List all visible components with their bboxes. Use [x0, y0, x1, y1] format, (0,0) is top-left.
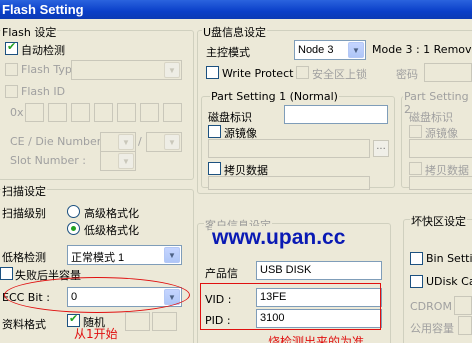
low-format-radio[interactable]	[67, 222, 80, 235]
slot-number-label: Slot Number :	[10, 154, 86, 167]
scan-group-title: 扫描设定	[1, 183, 47, 199]
bin-setting-label: Bin Setting	[426, 252, 472, 265]
disk-label-label: 磁盘标识	[208, 111, 252, 124]
data-format-input-1[interactable]	[125, 312, 150, 331]
radio-selected-dot	[71, 226, 76, 231]
chevron-down-icon: ▼	[164, 134, 180, 150]
flash-type-label: Flash Type	[21, 63, 79, 76]
cdrom-input[interactable]	[454, 296, 472, 315]
flash-id-byte-3[interactable]	[71, 103, 90, 122]
part2-source-image-checkbox[interactable]	[409, 125, 422, 138]
flash-id-byte-7[interactable]	[163, 103, 182, 122]
product-name-label: 产品信	[205, 267, 238, 280]
password-label: 密码	[396, 68, 418, 81]
password-input[interactable]	[424, 63, 472, 82]
chevron-down-icon: ▼	[348, 42, 364, 58]
low-format-label: 低级格式化	[84, 224, 139, 237]
auto-detect-label: 自动检测	[21, 44, 65, 57]
flash-id-byte-6[interactable]	[140, 103, 159, 122]
flash-id-label: Flash ID	[21, 85, 66, 98]
udisk-cap-label: UDisk Cap	[426, 275, 472, 288]
flash-id-byte-4[interactable]	[94, 103, 113, 122]
public-capacity-label: 公用容量	[410, 322, 454, 335]
part2-copy-data-path[interactable]	[409, 176, 472, 190]
vid-pid-highlight-box	[200, 283, 381, 330]
ecc-highlight-ellipse	[4, 277, 190, 313]
scan-level-label: 扫描级别	[2, 207, 46, 220]
part2-source-image-path[interactable]	[409, 139, 472, 158]
half-capacity-checkbox[interactable]	[0, 267, 13, 280]
cdrom-label: CDROM :	[410, 300, 460, 313]
flash-id-byte-5[interactable]	[117, 103, 136, 122]
source-image-checkbox[interactable]	[208, 125, 221, 138]
watermark-text: www.upan.cc	[212, 226, 346, 250]
flash-type-dropdown[interactable]: ▼	[71, 60, 182, 80]
copy-data-checkbox[interactable]	[208, 162, 221, 175]
browse-source-button[interactable]: ...	[373, 140, 389, 157]
chevron-down-icon: ▼	[164, 62, 180, 78]
hex-prefix: 0x	[10, 106, 24, 119]
source-image-path[interactable]	[208, 139, 370, 158]
ce-die-label: CE / Die Number :	[10, 135, 109, 148]
write-protect-checkbox[interactable]	[206, 66, 219, 79]
part2-copy-data-checkbox[interactable]	[409, 162, 422, 175]
controller-mode-dropdown[interactable]: Node 3 ▼	[294, 40, 366, 60]
flash-group-title: Flash 设定	[1, 24, 58, 40]
part-setting-1-title: Part Setting 1 (Normal)	[210, 90, 339, 103]
ce-number-dropdown[interactable]: ▼	[100, 132, 136, 152]
write-protect-label: Write Protect	[222, 67, 294, 80]
detected-bottom-annotation: 烧检测出来的为准	[268, 335, 365, 343]
high-format-radio[interactable]	[67, 205, 80, 218]
bad-block-group-title: 坏快区设定	[410, 213, 467, 229]
data-format-input-2[interactable]	[152, 312, 177, 331]
flash-type-checkbox[interactable]	[5, 63, 18, 76]
auto-detect-checkbox[interactable]: ✔	[5, 40, 18, 55]
low-detect-label: 低格检测	[2, 251, 46, 264]
controller-mode-value: Node 3	[298, 44, 334, 56]
udisk-group-title: U盘信息设定	[202, 24, 268, 40]
chevron-down-icon: ▼	[118, 134, 134, 150]
secure-lock-checkbox[interactable]	[296, 66, 309, 79]
die-number-dropdown[interactable]: ▼	[146, 132, 182, 152]
flash-id-byte-2[interactable]	[48, 103, 67, 122]
disk-label-input[interactable]	[284, 105, 388, 124]
low-detect-mode-value: 正常模式 1	[71, 252, 125, 264]
low-detect-mode-dropdown[interactable]: 正常模式 1 ▼	[67, 245, 182, 265]
udisk-cap-checkbox[interactable]	[410, 275, 423, 288]
chevron-down-icon: ▼	[164, 247, 180, 263]
flash-id-checkbox[interactable]	[5, 85, 18, 98]
slot-number-dropdown[interactable]: ▼	[100, 151, 136, 171]
check-mark-icon: ✔	[69, 312, 79, 325]
data-format-label: 资料格式	[2, 318, 46, 331]
ce-die-separator: /	[138, 135, 142, 148]
part2-disk-label: 磁盘标识	[409, 111, 453, 124]
from-one-annotation: 从1开始	[74, 327, 118, 341]
copy-data-path[interactable]	[208, 176, 370, 190]
window-title: Flash Setting	[0, 0, 472, 19]
flash-id-byte-1[interactable]	[25, 103, 44, 122]
controller-mode-desc: Mode 3 : 1 Removable	[372, 43, 472, 56]
high-format-label: 高级格式化	[84, 207, 139, 220]
check-mark-icon: ✔	[7, 40, 17, 53]
controller-mode-label: 主控模式	[206, 46, 250, 59]
chevron-down-icon: ▼	[118, 153, 134, 169]
secure-lock-label: 安全区上锁	[312, 68, 367, 81]
product-name-input[interactable]: USB DISK	[256, 261, 382, 280]
public-capacity-input[interactable]	[458, 316, 472, 335]
bin-setting-checkbox[interactable]	[410, 252, 423, 265]
